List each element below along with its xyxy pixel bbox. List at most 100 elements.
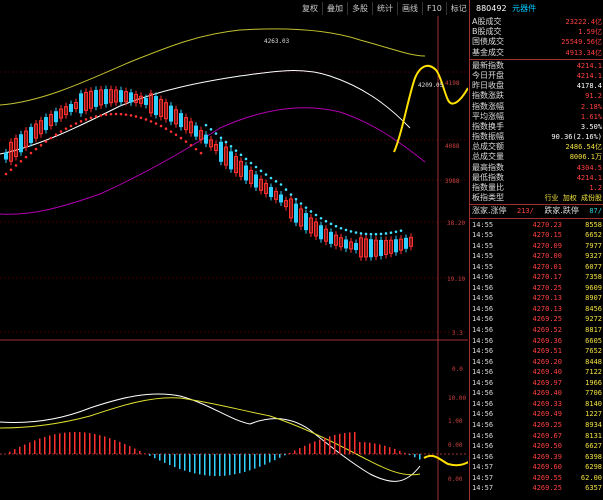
stat-value: 8006.1万 bbox=[569, 153, 602, 162]
axis-label-upper-3: 3988 bbox=[445, 178, 460, 185]
stat-row: 指数换手 3.50% bbox=[470, 122, 603, 132]
macd-bar bbox=[84, 432, 86, 454]
stat-value: 4178.4 bbox=[576, 82, 602, 91]
sar-dot bbox=[324, 219, 328, 223]
toolbar-item-3[interactable]: 统计 bbox=[373, 2, 398, 15]
macd-bar bbox=[349, 432, 351, 454]
tick-price: 4269.51 bbox=[532, 347, 562, 356]
sar-dot bbox=[294, 197, 298, 201]
tick-price: 4270.15 bbox=[532, 231, 562, 240]
macd-bar bbox=[309, 443, 311, 454]
stat-label: A股成交 bbox=[472, 17, 502, 26]
tick-price: 4270.01 bbox=[532, 262, 562, 271]
toolbar-item-0[interactable]: 复权 bbox=[298, 2, 323, 15]
tick-price: 4269.40 bbox=[532, 389, 562, 398]
axis-label-upper-5: 19.10 bbox=[447, 276, 466, 283]
boll-lower bbox=[0, 107, 426, 215]
stat-label: 国债成交 bbox=[472, 37, 504, 47]
tick-time: 14:56 bbox=[472, 304, 494, 313]
sar-dot bbox=[359, 232, 363, 235]
tick-row: 14:56 4269.25 9272 bbox=[470, 314, 603, 325]
peak-price-label: 4263.03 bbox=[264, 38, 290, 45]
tick-time: 14:57 bbox=[472, 484, 494, 493]
tick-row: 14:57 4269.55 62.00 bbox=[470, 473, 603, 484]
macd-bar bbox=[24, 444, 26, 454]
toolbar-item-5[interactable]: F10 bbox=[423, 2, 447, 15]
tick-list[interactable]: 14:55 4270.23 8558 14:55 4270.15 6652 14:55 427… bbox=[470, 220, 603, 494]
tick-row: 14:56 4270.17 7358 bbox=[470, 272, 603, 283]
tick-time: 14:57 bbox=[472, 473, 494, 482]
macd-bar bbox=[414, 454, 416, 458]
macd-bar bbox=[169, 454, 171, 466]
macd-bar bbox=[409, 454, 411, 455]
tick-time: 14:56 bbox=[472, 410, 494, 419]
quote-panel: 880492 元器件 A股成交 23222.4亿 B股成交 1.59亿 国债成交 2554… bbox=[469, 0, 603, 500]
stat-row: 指数振幅 90.36(2.16%) bbox=[470, 132, 603, 142]
stat-value: 23222.4亿 bbox=[565, 18, 602, 26]
tick-time: 14:56 bbox=[472, 315, 494, 324]
macd-bar bbox=[369, 442, 371, 454]
axis-label-lower-3: 0.00 bbox=[448, 442, 463, 449]
hand-drawn-curve-bottom bbox=[423, 454, 468, 467]
tick-volume: 6357 bbox=[585, 484, 602, 493]
sar-dot bbox=[304, 206, 308, 209]
sar-dot bbox=[134, 115, 138, 118]
toolbar-item-4[interactable]: 画线 bbox=[398, 2, 423, 15]
toolbar-item-1[interactable]: 叠加 bbox=[323, 2, 348, 15]
kline-chart[interactable] bbox=[0, 16, 468, 500]
sar-dot bbox=[234, 149, 238, 152]
tick-row: 14:55 4270.23 8558 bbox=[470, 220, 603, 231]
toolbar-item-2[interactable]: 多股 bbox=[348, 2, 373, 15]
sar-dot bbox=[39, 143, 43, 147]
tick-time: 14:56 bbox=[472, 368, 494, 377]
sar-dot bbox=[244, 157, 248, 161]
macd-bar bbox=[199, 454, 201, 475]
sar-dot bbox=[184, 140, 188, 143]
tick-price: 4269.52 bbox=[532, 326, 562, 335]
macd-bar bbox=[239, 454, 241, 474]
macd-bar bbox=[119, 441, 121, 454]
sar-dot bbox=[154, 122, 158, 125]
macd-bar bbox=[204, 454, 206, 476]
tick-volume: 6298 bbox=[585, 463, 602, 472]
macd-bar bbox=[179, 454, 181, 469]
sar-dot bbox=[334, 224, 338, 228]
macd-bar bbox=[144, 453, 146, 454]
macd-bar bbox=[299, 448, 301, 454]
index-name: 元器件 bbox=[512, 4, 537, 13]
stat-value: 4913.34亿 bbox=[565, 48, 602, 57]
tick-row: 14:56 4269.51 7652 bbox=[470, 346, 603, 357]
sar-dot bbox=[389, 231, 393, 235]
sar-dot bbox=[289, 193, 293, 196]
tick-row: 14:56 4270.13 8907 bbox=[470, 293, 603, 304]
tick-price: 4269.97 bbox=[532, 378, 562, 387]
macd-bar bbox=[9, 451, 11, 454]
tick-time: 14:55 bbox=[472, 231, 494, 240]
macd-bar bbox=[294, 450, 296, 454]
macd-bar bbox=[354, 432, 356, 454]
macd-bar bbox=[109, 438, 111, 454]
macd-bar bbox=[14, 449, 16, 454]
macd-bar bbox=[114, 439, 116, 454]
macd-bar bbox=[304, 445, 306, 454]
macd-bar bbox=[339, 433, 341, 454]
stat-row: 平均涨幅 1.61% bbox=[470, 112, 603, 122]
macd-bar bbox=[74, 432, 76, 454]
stat-label: B股成交 bbox=[472, 27, 502, 37]
stat-row: 基金成交 4913.34亿 bbox=[470, 48, 603, 58]
sar-dot bbox=[264, 173, 268, 176]
sar-dot bbox=[59, 130, 63, 133]
sar-dot bbox=[119, 112, 123, 116]
macd-bar bbox=[44, 436, 46, 454]
tick-row: 14:57 4269.60 6298 bbox=[470, 462, 603, 473]
macd-bar bbox=[229, 454, 231, 476]
stat-value: 91.2 bbox=[585, 92, 602, 101]
macd-bar bbox=[39, 438, 41, 454]
tick-price: 4269.55 bbox=[532, 473, 562, 482]
stat-value: 90.36(2.16%) bbox=[551, 133, 602, 142]
tick-price: 4269.25 bbox=[532, 420, 562, 429]
macd-bar bbox=[274, 454, 276, 461]
stat-value: 3.50% bbox=[580, 122, 602, 131]
tick-time: 14:55 bbox=[472, 252, 494, 261]
stat-label: 最低指数 bbox=[472, 172, 504, 182]
